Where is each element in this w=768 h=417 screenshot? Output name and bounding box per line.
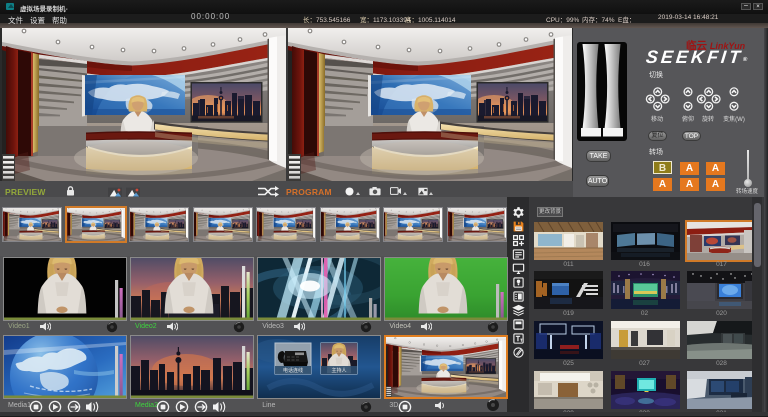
svg-text:电话连线: 电话连线	[283, 367, 303, 374]
svg-text:主持人: 主持人	[332, 367, 347, 374]
